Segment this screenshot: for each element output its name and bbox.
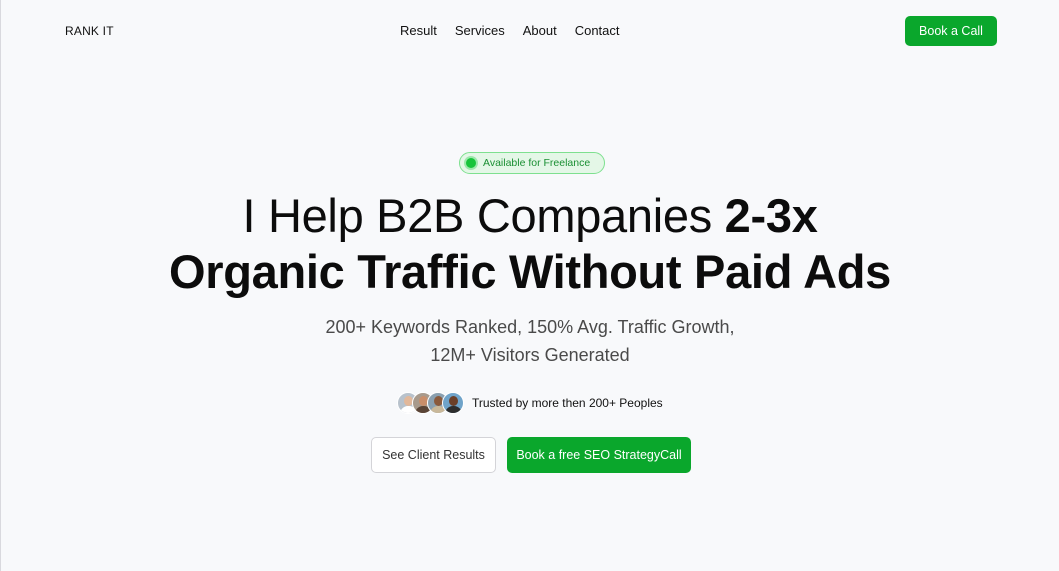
nav-link-contact[interactable]: Contact xyxy=(575,23,620,38)
subtitle-line-1: 200+ Keywords Ranked, 150% Avg. Traffic … xyxy=(325,317,735,337)
availability-badge: Available for Freelance xyxy=(459,152,605,174)
hero-headline: I Help B2B Companies 2-3x Organic Traffi… xyxy=(1,188,1059,300)
headline-part-bold-2: Organic Traffic Without Paid Ads xyxy=(168,245,892,298)
nav-link-result[interactable]: Result xyxy=(400,23,437,38)
trust-row: Trusted by more then 200+ Peoples xyxy=(397,390,663,416)
hero-subtitle: 200+ Keywords Ranked, 150% Avg. Traffic … xyxy=(1,313,1059,369)
nav-link-services[interactable]: Services xyxy=(455,23,505,38)
main-menu: Result Services About Contact xyxy=(400,23,620,38)
status-dot-icon xyxy=(466,158,476,168)
nav-link-about[interactable]: About xyxy=(523,23,557,38)
book-call-button[interactable]: Book a Call xyxy=(905,16,997,46)
headline-part-bold-1: 2-3x xyxy=(724,189,818,242)
book-strategy-call-button[interactable]: Book a free SEO StrategyCall xyxy=(507,437,691,473)
trust-text: Trusted by more then 200+ Peoples xyxy=(472,396,663,410)
avatar-stack xyxy=(397,392,464,414)
see-client-results-button[interactable]: See Client Results xyxy=(371,437,496,473)
headline-part-light: I Help B2B Companies xyxy=(242,189,725,242)
site-logo[interactable]: RANK IT xyxy=(65,24,114,38)
avatar-4 xyxy=(442,392,464,414)
availability-badge-label: Available for Freelance xyxy=(483,157,591,169)
subtitle-line-2: 12M+ Visitors Generated xyxy=(430,345,630,365)
top-navigation: RANK IT Result Services About Contact Bo… xyxy=(1,0,1059,62)
